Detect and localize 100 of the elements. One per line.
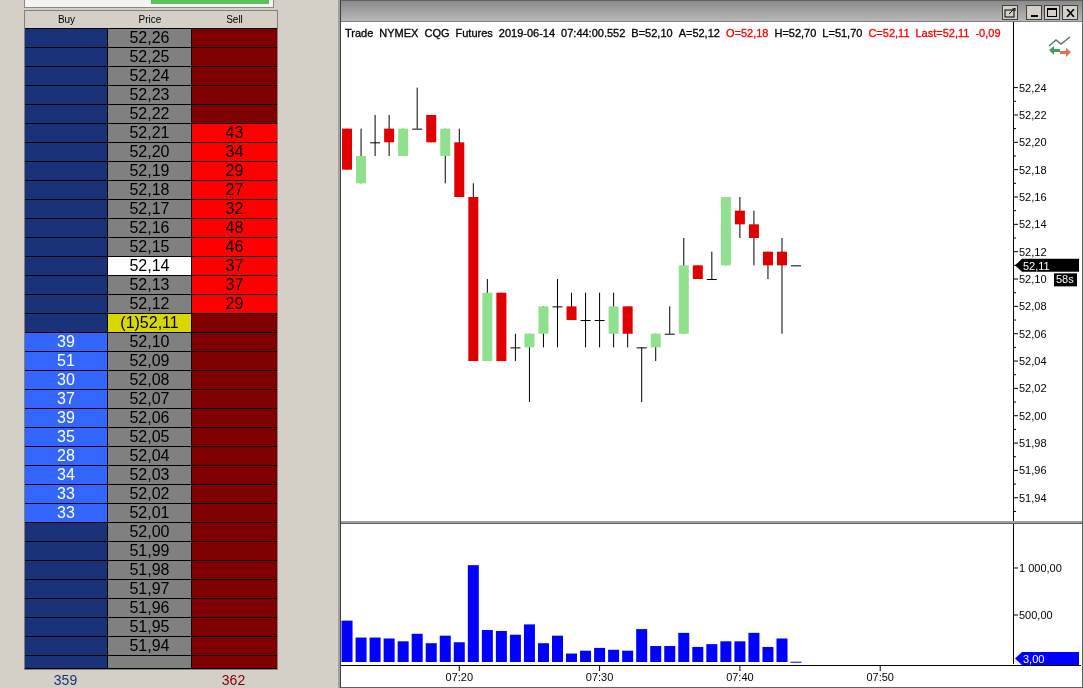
sell-cell[interactable] [192, 542, 277, 561]
buy-cell[interactable]: 37 [25, 390, 108, 409]
buy-cell[interactable] [25, 200, 108, 219]
buy-cell[interactable]: 30 [25, 371, 108, 390]
sell-cell[interactable] [192, 409, 277, 428]
buy-cell[interactable] [25, 67, 108, 86]
sell-cell[interactable] [192, 105, 277, 124]
buy-cell[interactable] [25, 656, 108, 669]
axis-label: 52,02 [1019, 382, 1047, 395]
candle [594, 292, 605, 349]
candle [692, 265, 703, 280]
buy-cell[interactable] [25, 143, 108, 162]
column-header: Buy [56, 13, 77, 27]
buy-cell[interactable] [25, 238, 108, 257]
volume-bar [355, 637, 367, 662]
axis-label: 07:20 [445, 671, 474, 683]
sell-cell[interactable] [192, 504, 277, 523]
buy-cell[interactable]: 34 [25, 466, 108, 485]
buy-cell[interactable] [25, 314, 108, 333]
buy-cell[interactable] [25, 580, 108, 599]
sell-cell[interactable] [192, 67, 277, 86]
sell-cell[interactable] [192, 428, 277, 447]
buy-cell[interactable] [25, 219, 108, 238]
sell-cell[interactable]: 48 [192, 219, 277, 238]
candle [496, 292, 507, 362]
sell-cell[interactable] [192, 466, 277, 485]
sell-cell[interactable] [192, 656, 277, 669]
buy-cell[interactable]: 33 [25, 485, 108, 504]
header-field: -0,09 [975, 27, 1001, 40]
sell-cell[interactable]: 43 [192, 124, 277, 143]
price-cell: 52,05 [108, 428, 192, 447]
header-field: C=52,11 [868, 27, 910, 40]
buy-cell[interactable] [25, 561, 108, 580]
buy-cell[interactable]: 35 [25, 428, 108, 447]
price-cell: 52,18 [108, 181, 192, 200]
sell-cell[interactable] [192, 485, 277, 504]
buy-cell[interactable] [25, 599, 108, 618]
buy-cell[interactable] [25, 257, 108, 276]
sell-cell[interactable] [192, 523, 277, 542]
sell-cell[interactable] [192, 29, 277, 48]
sell-cell[interactable]: 46 [192, 238, 277, 257]
axis-label: 52,16 [1019, 191, 1047, 204]
minimize-icon [1030, 14, 1038, 17]
volume-bar [762, 646, 774, 662]
sell-cell[interactable] [192, 618, 277, 637]
maximize-icon [1047, 8, 1057, 18]
buy-cell[interactable] [25, 523, 108, 542]
sell-cell[interactable]: 27 [192, 181, 277, 200]
price-cell: 52,06 [108, 409, 192, 428]
buy-cell[interactable] [25, 124, 108, 143]
candle [566, 292, 577, 321]
buy-cell[interactable] [25, 637, 108, 656]
buy-cell[interactable] [25, 29, 108, 48]
buy-cell[interactable]: 51 [25, 352, 108, 371]
sell-cell[interactable] [192, 333, 277, 352]
sell-cell[interactable] [192, 637, 277, 656]
buy-cell[interactable] [25, 48, 108, 67]
sell-cell[interactable] [192, 561, 277, 580]
candle [734, 196, 745, 239]
buy-cell[interactable] [25, 105, 108, 124]
sell-cell[interactable] [192, 390, 277, 409]
sell-cell[interactable]: 37 [192, 276, 277, 295]
sell-cell[interactable]: 29 [192, 295, 277, 314]
close-button[interactable] [1062, 5, 1078, 21]
sell-cell[interactable]: 37 [192, 257, 277, 276]
sell-cell[interactable]: 34 [192, 143, 277, 162]
buy-cell[interactable] [25, 542, 108, 561]
buy-cell[interactable] [25, 618, 108, 637]
sell-cell[interactable] [192, 86, 277, 105]
candle [720, 196, 731, 267]
sell-cell[interactable] [192, 352, 277, 371]
price-cell: 52,07 [108, 390, 192, 409]
sell-cell[interactable] [192, 599, 277, 618]
sell-cell[interactable] [192, 48, 277, 67]
volume-bar [664, 646, 676, 662]
buy-cell[interactable] [25, 86, 108, 105]
sell-cell[interactable] [192, 371, 277, 390]
detach-button[interactable] [1002, 5, 1018, 21]
buy-cell[interactable]: 33 [25, 504, 108, 523]
header-field: 07:44:00.552 [561, 27, 626, 40]
buy-cell[interactable] [25, 276, 108, 295]
buy-cell[interactable] [25, 181, 108, 200]
maximize-button[interactable] [1044, 5, 1060, 21]
buy-cell[interactable] [25, 162, 108, 181]
sell-cell[interactable] [192, 447, 277, 466]
sell-cell[interactable] [192, 314, 277, 333]
axis-label: 52,00 [1019, 410, 1047, 422]
sell-cell[interactable]: 29 [192, 162, 277, 181]
candle [650, 333, 661, 362]
axis-label: 1 000,00 [1019, 562, 1062, 574]
sell-cell[interactable]: 32 [192, 200, 277, 219]
sell-cell[interactable] [192, 580, 277, 599]
axis-label: 52,08 [1019, 300, 1047, 313]
buy-cell[interactable]: 28 [25, 447, 108, 466]
buy-cell[interactable] [25, 295, 108, 314]
candle [426, 114, 437, 144]
buy-cell[interactable]: 39 [25, 409, 108, 428]
volume-bar [509, 634, 521, 662]
minimize-button[interactable] [1026, 5, 1042, 21]
buy-cell[interactable]: 39 [25, 333, 108, 352]
